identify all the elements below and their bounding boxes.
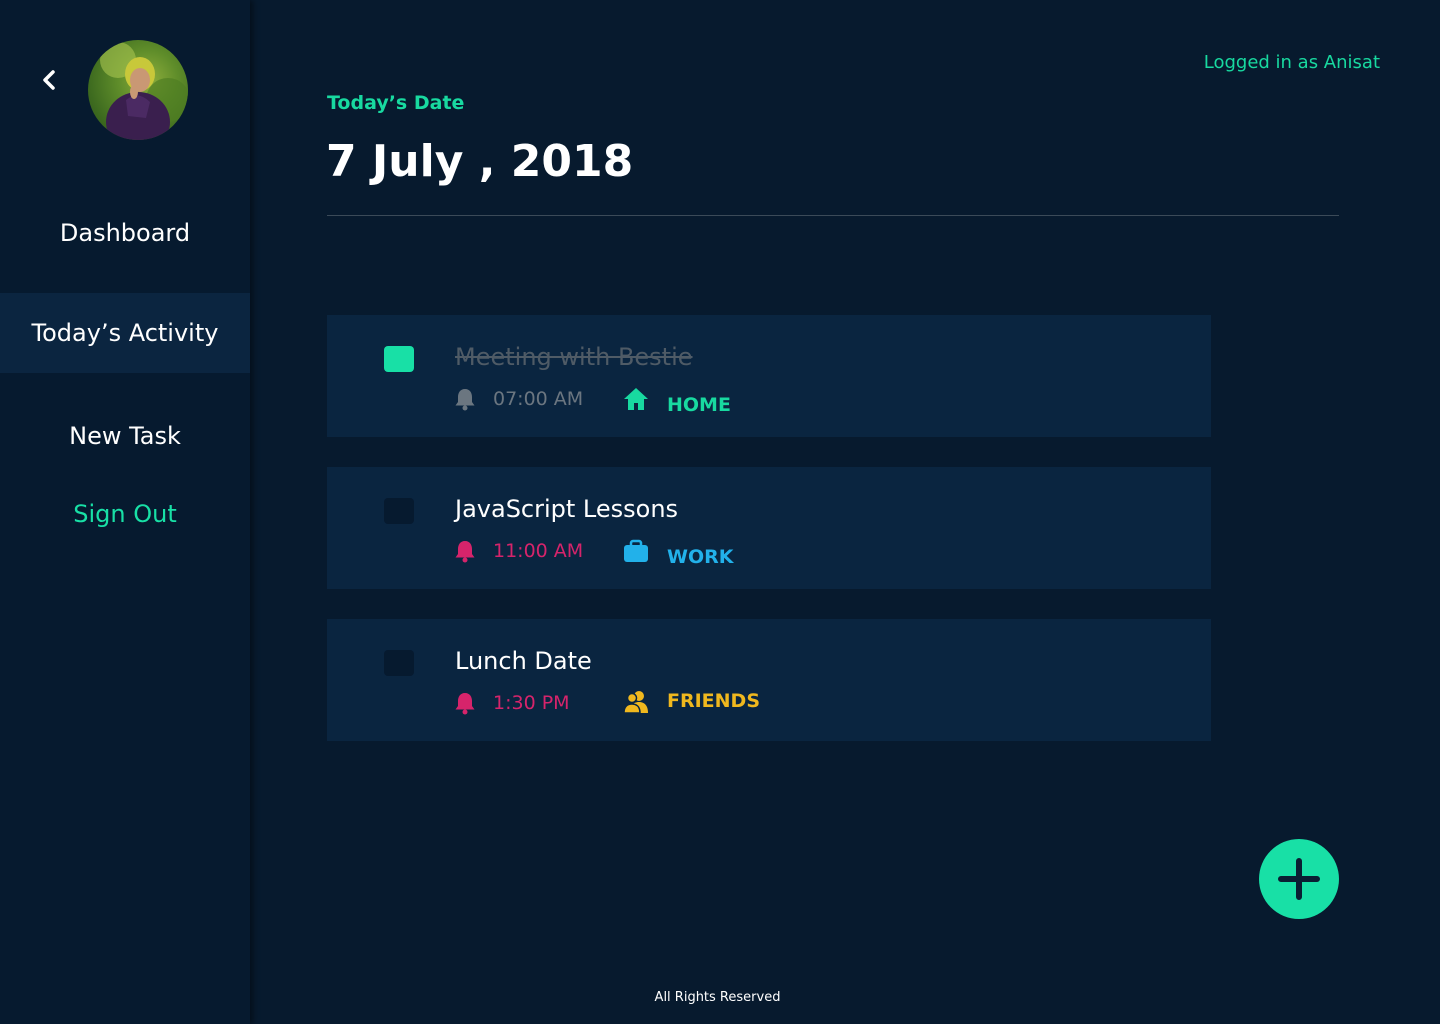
task-time: 1:30 PM	[493, 692, 570, 714]
sidebar-item-new-task[interactable]: New Task	[0, 420, 250, 452]
task-title: JavaScript Lessons	[455, 495, 679, 523]
task-category: WORK	[667, 546, 734, 568]
task-title: Lunch Date	[455, 647, 592, 675]
friends-icon	[623, 689, 649, 715]
task-checkbox[interactable]	[384, 346, 414, 372]
home-icon	[623, 387, 649, 413]
task-time: 11:00 AM	[493, 540, 584, 562]
sidebar-item-dashboard[interactable]: Dashboard	[0, 217, 250, 249]
bell-icon	[454, 691, 476, 715]
task-checkbox[interactable]	[384, 498, 414, 524]
add-task-button[interactable]	[1259, 839, 1339, 919]
task-category: HOME	[667, 394, 731, 416]
footer-text: All Rights Reserved	[654, 990, 781, 1005]
date-label: Today’s Date	[327, 92, 465, 114]
briefcase-icon	[623, 539, 649, 565]
task-title: Meeting with Bestie	[455, 343, 693, 371]
task-card[interactable]: Lunch Date 1:30 PM FRIENDS	[327, 619, 1211, 741]
plus-icon	[1278, 858, 1320, 900]
sidebar: Dashboard Today’s Activity New Task Sign…	[0, 0, 250, 1024]
page-title: 7 July , 2018	[326, 136, 634, 187]
back-arrow-icon[interactable]	[38, 68, 62, 92]
task-category: FRIENDS	[667, 690, 761, 712]
divider	[327, 215, 1339, 216]
sidebar-item-sign-out[interactable]: Sign Out	[0, 498, 250, 530]
sidebar-item-todays-activity[interactable]: Today’s Activity	[0, 293, 250, 373]
bell-icon	[454, 539, 476, 563]
task-time: 07:00 AM	[493, 388, 584, 410]
task-checkbox[interactable]	[384, 650, 414, 676]
task-card[interactable]: Meeting with Bestie 07:00 AM HOME	[327, 315, 1211, 437]
task-card[interactable]: JavaScript Lessons 11:00 AM WORK	[327, 467, 1211, 589]
main-content: Logged in as Anisat Today’s Date 7 July …	[250, 0, 1440, 1024]
avatar[interactable]	[88, 40, 188, 140]
logged-in-status: Logged in as Anisat	[1203, 52, 1380, 73]
bell-icon	[454, 387, 476, 411]
